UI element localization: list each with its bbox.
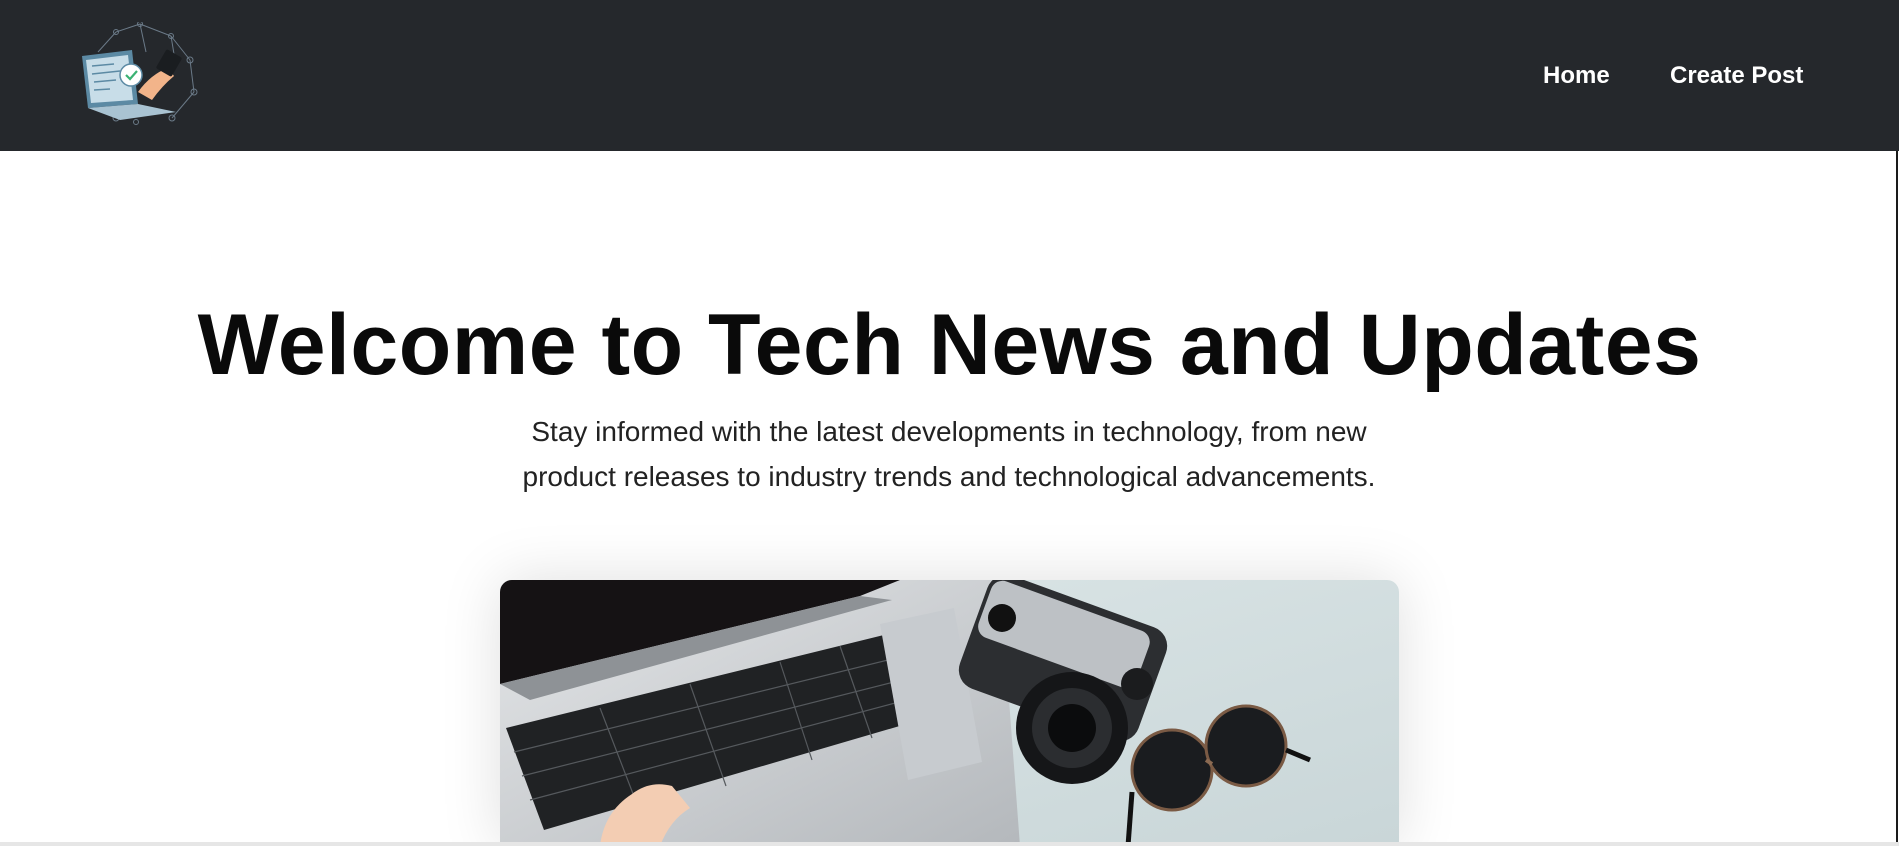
nav-create-post-link[interactable]: Create Post (1670, 62, 1803, 90)
bottom-divider (0, 842, 1899, 846)
nav-home-link[interactable]: Home (1543, 62, 1610, 90)
hero-image (500, 580, 1399, 846)
page-edge-divider (1896, 151, 1898, 846)
hero-title: Welcome to Tech News and Updates (197, 297, 1702, 393)
site-logo[interactable] (76, 21, 204, 128)
navbar: Home Create Post (0, 0, 1899, 151)
hero-subtitle: Stay informed with the latest developmen… (522, 416, 1376, 492)
